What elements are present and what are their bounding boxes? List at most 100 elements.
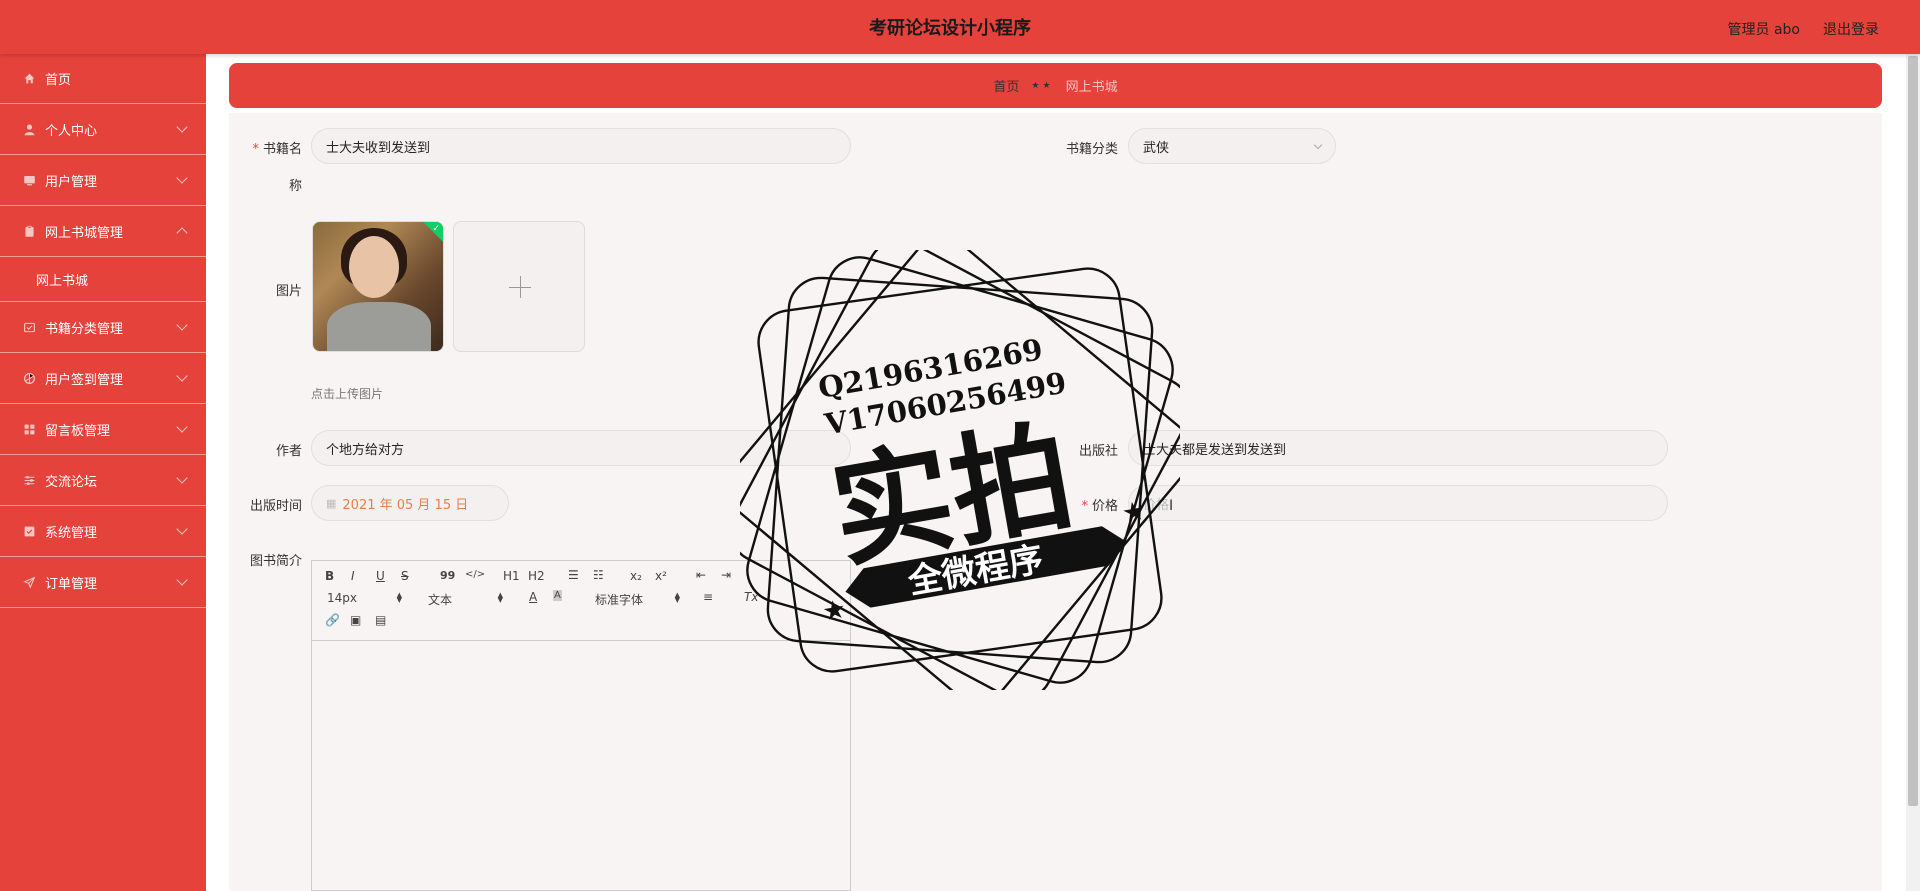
image-label: 图片 <box>275 284 302 299</box>
checkbox-icon <box>22 524 36 538</box>
code-block-button[interactable]: </> <box>465 569 485 580</box>
upload-button[interactable] <box>453 221 585 352</box>
breadcrumb: 首页 ★★ 网上书城 <box>229 63 1882 108</box>
align-icon[interactable]: ≡ <box>703 590 713 604</box>
breadcrumb-current: 网上书城 <box>1065 80 1118 95</box>
sidebar-item-label: 用户签到管理 <box>45 372 124 388</box>
italic-button[interactable]: I <box>351 569 355 583</box>
bold-button[interactable]: B <box>325 569 334 583</box>
grid-icon <box>22 422 36 436</box>
publish-time-picker[interactable]: ▦ 2021 年 05 月 15 日 <box>311 485 509 521</box>
sidebar-item-forum[interactable]: 交流论坛 <box>0 455 206 506</box>
publish-time-label: 出版时间 <box>249 499 302 514</box>
sidebar-item-label: 个人中心 <box>45 123 98 139</box>
video-icon[interactable]: ▤ <box>375 613 386 627</box>
tag-icon <box>22 320 36 334</box>
sidebar: 首页 个人中心 用户管理 网上书城管理 网上书城 书籍分类管理 用户签到管理 留… <box>0 54 206 891</box>
chevron-down-icon <box>176 574 188 586</box>
sidebar-item-label: 书籍分类管理 <box>45 321 124 337</box>
superscript-button[interactable]: x² <box>655 569 667 583</box>
link-icon[interactable]: 🔗 <box>325 613 340 627</box>
sidebar-item-message-board[interactable]: 留言板管理 <box>0 404 206 455</box>
chevron-down-icon <box>176 370 188 382</box>
scrollbar-thumb[interactable] <box>1908 56 1918 806</box>
watermark-stamp: Q2196316269 V17060256499 实拍 全微程序 ★ ★ <box>726 236 1194 704</box>
sidebar-item-user-management[interactable]: 用户管理 <box>0 155 206 206</box>
sidebar-subitem-bookstore[interactable]: 网上书城 <box>0 257 206 302</box>
current-user: 管理员 abo <box>1727 22 1800 38</box>
check-icon: ✓ <box>432 224 440 234</box>
app-title: 考研论坛设计小程序 <box>869 18 1031 39</box>
top-header: 考研论坛设计小程序 管理员 abo 退出登录 <box>0 0 1920 54</box>
sliders-icon <box>22 473 36 487</box>
breadcrumb-separator: ★★ <box>1031 80 1054 91</box>
outdent-icon[interactable]: ⇤ <box>696 568 706 582</box>
sidebar-item-label: 用户管理 <box>45 174 98 190</box>
book-name-label: * 书籍名 <box>252 142 302 157</box>
publish-time-value: 2021 年 05 月 15 日 <box>342 497 469 513</box>
chevron-down-icon <box>176 523 188 535</box>
category-value: 武侠 <box>1143 140 1170 156</box>
font-family-select[interactable]: 标准字体 ▲ ▼ <box>595 591 680 608</box>
intro-label: 图书简介 <box>249 554 302 569</box>
strike-button[interactable]: S <box>401 569 409 583</box>
chevron-down-icon <box>176 121 188 133</box>
book-name-input[interactable]: 士大夫收到发送到 <box>311 128 851 164</box>
sidebar-item-category-management[interactable]: 书籍分类管理 <box>0 302 206 353</box>
monitor-icon <box>22 173 36 187</box>
category-label: 书籍分类 <box>1065 142 1118 157</box>
upload-hint: 点击上传图片 <box>311 387 384 401</box>
blockquote-button[interactable]: 99 <box>440 569 455 582</box>
updown-icon: ▲ ▼ <box>497 591 503 604</box>
image-icon[interactable]: ▣ <box>350 613 361 627</box>
font-size-select[interactable]: 14px ▲ ▼ <box>327 591 402 605</box>
sidebar-item-label: 系统管理 <box>45 525 98 541</box>
sidebar-item-label: 留言板管理 <box>45 423 111 439</box>
bullet-list-icon[interactable]: ☷ <box>593 568 604 582</box>
sidebar-item-label: 首页 <box>45 73 72 88</box>
breadcrumb-home[interactable]: 首页 <box>993 76 1019 95</box>
sidebar-item-label: 订单管理 <box>45 576 98 592</box>
page-scrollbar[interactable] <box>1906 54 1920 891</box>
ordered-list-icon[interactable]: ☰ <box>568 568 579 582</box>
updown-icon: ▲ ▼ <box>674 591 680 604</box>
chevron-down-icon <box>176 472 188 484</box>
aperture-icon <box>22 371 36 385</box>
chevron-up-icon <box>176 227 188 239</box>
sidebar-item-signin-management[interactable]: 用户签到管理 <box>0 353 206 404</box>
header1-button[interactable]: H1 <box>503 569 520 583</box>
sidebar-item-bookstore-management[interactable]: 网上书城管理 <box>0 206 206 257</box>
chevron-down-icon <box>176 172 188 184</box>
text-cursor-icon: I <box>1169 498 1174 514</box>
text-color-icon[interactable]: A <box>529 590 537 604</box>
sidebar-item-order-management[interactable]: 订单管理 <box>0 557 206 608</box>
background-color-icon[interactable]: A <box>553 590 562 601</box>
sidebar-item-label: 交流论坛 <box>45 474 98 490</box>
underline-button[interactable]: U <box>376 569 385 583</box>
star-icon: ★ <box>1120 496 1148 530</box>
sidebar-item-label: 网上书城管理 <box>45 225 124 241</box>
indent-icon[interactable]: ⇥ <box>721 568 731 582</box>
author-label: 作者 <box>275 444 302 459</box>
header2-button[interactable]: H2 <box>528 569 545 583</box>
clipboard-icon <box>22 224 36 238</box>
send-icon <box>22 575 36 589</box>
home-icon <box>22 72 36 86</box>
paragraph-select[interactable]: 文本 ▲ ▼ <box>428 591 503 608</box>
subscript-button[interactable]: x₂ <box>630 569 642 583</box>
price-input[interactable]: 价格 <box>1128 485 1668 521</box>
calendar-icon: ▦ <box>326 496 337 510</box>
sidebar-item-home[interactable]: 首页 <box>0 54 206 104</box>
logout-button[interactable]: 退出登录 <box>1823 19 1879 39</box>
updown-icon: ▲ ▼ <box>396 591 402 604</box>
publisher-input[interactable]: 士大夫都是发送到发送到 <box>1128 430 1668 466</box>
uploaded-image[interactable]: ✓ <box>312 221 444 352</box>
sidebar-item-personal-center[interactable]: 个人中心 <box>0 104 206 155</box>
person-icon <box>22 122 36 136</box>
chevron-down-icon <box>176 319 188 331</box>
chevron-down-icon <box>1313 140 1323 150</box>
sidebar-item-system-management[interactable]: 系统管理 <box>0 506 206 557</box>
category-select[interactable]: 武侠 <box>1128 128 1336 164</box>
chevron-down-icon <box>176 421 188 433</box>
book-name-label-wrap: 称 <box>288 179 302 194</box>
